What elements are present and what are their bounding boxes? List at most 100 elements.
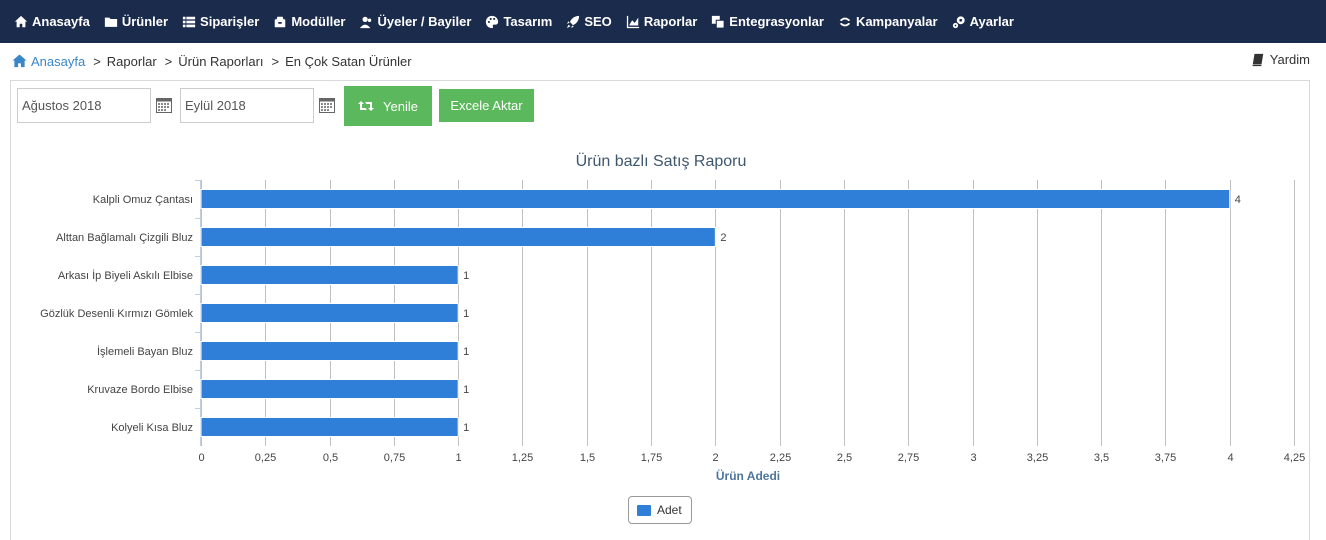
x-tick-label: 2 [712,452,718,464]
x-tick-label: 4,25 [1284,452,1305,464]
breadcrumb-item-current: En Çok Satan Ürünler [285,53,412,69]
help-link[interactable]: Yardim [1251,52,1310,67]
start-date-input[interactable] [17,88,151,123]
nav-label: Ayarlar [969,14,1014,29]
nav-label: Üyeler / Bayiler [377,14,472,29]
x-tick-label: 3,25 [1027,452,1048,464]
nav-item-urunler[interactable]: Ürünler [104,14,168,29]
breadcrumb-item-raporlar[interactable]: Raporlar [107,54,157,69]
x-tick-label: 1 [455,452,461,464]
rocket-icon [567,15,580,28]
nav-item-entegrasyonlar[interactable]: Entegrasyonlar [711,14,824,29]
nav-item-raporlar[interactable]: Raporlar [626,14,697,29]
home-icon [12,54,27,68]
bar-value-label: 1 [463,422,469,434]
top-navbar: Anasayfa Ürünler Siparişler Modüller Üye… [0,0,1326,43]
list-icon [182,16,196,27]
x-tick-label: 0,25 [255,452,276,464]
y-category-label: Alttan Bağlamalı Çizgili Bluz [56,232,193,244]
module-icon [275,16,286,27]
bar-value-label: 1 [463,384,469,396]
bar [200,265,459,285]
bar [200,189,1231,209]
nav-item-ayarlar[interactable]: Ayarlar [952,14,1014,29]
y-category-label: Gözlük Desenli Kırmızı Gömlek [40,308,193,320]
x-axis-title: Ürün Adedi [716,468,780,483]
x-tick-label: 4 [1227,452,1233,464]
nav-label: Ürünler [121,14,169,29]
nav-item-siparisler[interactable]: Siparişler [182,14,259,29]
users-icon [360,16,372,28]
home-icon [14,15,28,27]
nav-label: Kampanyalar [855,14,938,29]
y-category-label: Kruvaze Bordo Elbise [87,384,193,396]
nav-item-moduller[interactable]: Modüller [273,14,345,29]
folder-icon [104,17,117,27]
x-tick-label: 0,5 [323,452,338,464]
y-category-label: İşlemeli Bayan Bluz [97,345,193,358]
legend-swatch [637,504,651,516]
bar [200,227,716,247]
export-label: Excele Aktar [450,98,523,113]
breadcrumb-home-label: Anasayfa [31,53,86,69]
bar [200,303,459,323]
nav-label: Modüller [291,14,346,29]
nav-label: Tasarım [503,14,553,29]
nav-item-kampanyalar[interactable]: Kampanyalar [838,14,938,29]
gear-icon [952,15,965,28]
copy-icon [712,15,725,29]
calendar-icon[interactable] [319,97,335,113]
nav-item-uyeler[interactable]: Üyeler / Bayiler [359,14,471,29]
x-tick-label: 2,75 [898,452,919,464]
sales-bar-chart: Ürün bazlı Satış Raporu 0 0,25 0,5 0,75 1 1,25… [40,152,1305,483]
help-label: Yardim [1269,52,1310,67]
nav-label: Siparişler [200,14,260,29]
breadcrumb-home[interactable]: Anasayfa [12,54,85,69]
nav-item-tasarim[interactable]: Tasarım [485,14,552,29]
chart-title: Ürün bazlı Satış Raporu [576,152,747,170]
breadcrumb-separator: > [93,53,101,69]
breadcrumb-separator: > [271,53,280,69]
retweet-icon [358,101,375,111]
end-date-input[interactable] [180,88,314,123]
calendar-icon[interactable] [156,97,172,113]
x-tick-label: 1,75 [641,452,662,464]
nav-item-anasayfa[interactable]: Anasayfa [14,14,90,29]
nav-label: Entegrasyonlar [729,14,824,29]
bar [200,417,459,437]
refresh-label: Yenile [383,98,418,114]
nav-label: Raporlar [643,14,698,29]
y-category-label: Kolyeli Kısa Bluz [111,422,193,434]
x-tick-label: 0 [198,452,204,464]
x-tick-label: 3,5 [1094,452,1109,464]
bar [200,341,459,361]
x-tick-label: 2,25 [770,452,791,464]
x-tick-label: 1,25 [512,452,533,464]
breadcrumb-separator: > [164,53,173,69]
refresh-button[interactable]: Yenile [344,86,432,126]
palette-icon [486,15,499,28]
y-category-label: Arkası İp Biyeli Askılı Elbise [58,269,193,282]
breadcrumb-item-urun-raporlari[interactable]: Ürün Raporları [178,54,263,69]
bar-value-label: 1 [463,308,469,320]
x-tick-label: 3,75 [1155,452,1176,464]
nav-label: Anasayfa [32,14,90,29]
x-tick-label: 3 [970,452,976,464]
legend-label: Adet [657,503,682,517]
breadcrumb: Anasayfa > Raporlar > Ürün Raporları > E… [12,52,412,70]
campaign-icon [839,17,851,26]
chart-legend[interactable]: Adet [628,496,692,524]
nav-label: SEO [584,14,612,29]
chart-icon [626,15,639,28]
x-tick-label: 0,75 [384,452,405,464]
export-excel-button[interactable]: Excele Aktar [439,89,534,122]
y-category-label: Kalpli Omuz Çantası [93,194,193,206]
book-icon [1252,53,1264,66]
x-tick-label: 2,5 [837,452,852,464]
bar-value-label: 4 [1235,194,1241,206]
bar-value-label: 1 [463,270,469,282]
nav-item-seo[interactable]: SEO [566,14,612,29]
bar-value-label: 1 [463,346,469,358]
bar-value-label: 2 [720,232,726,244]
bar [200,379,459,399]
